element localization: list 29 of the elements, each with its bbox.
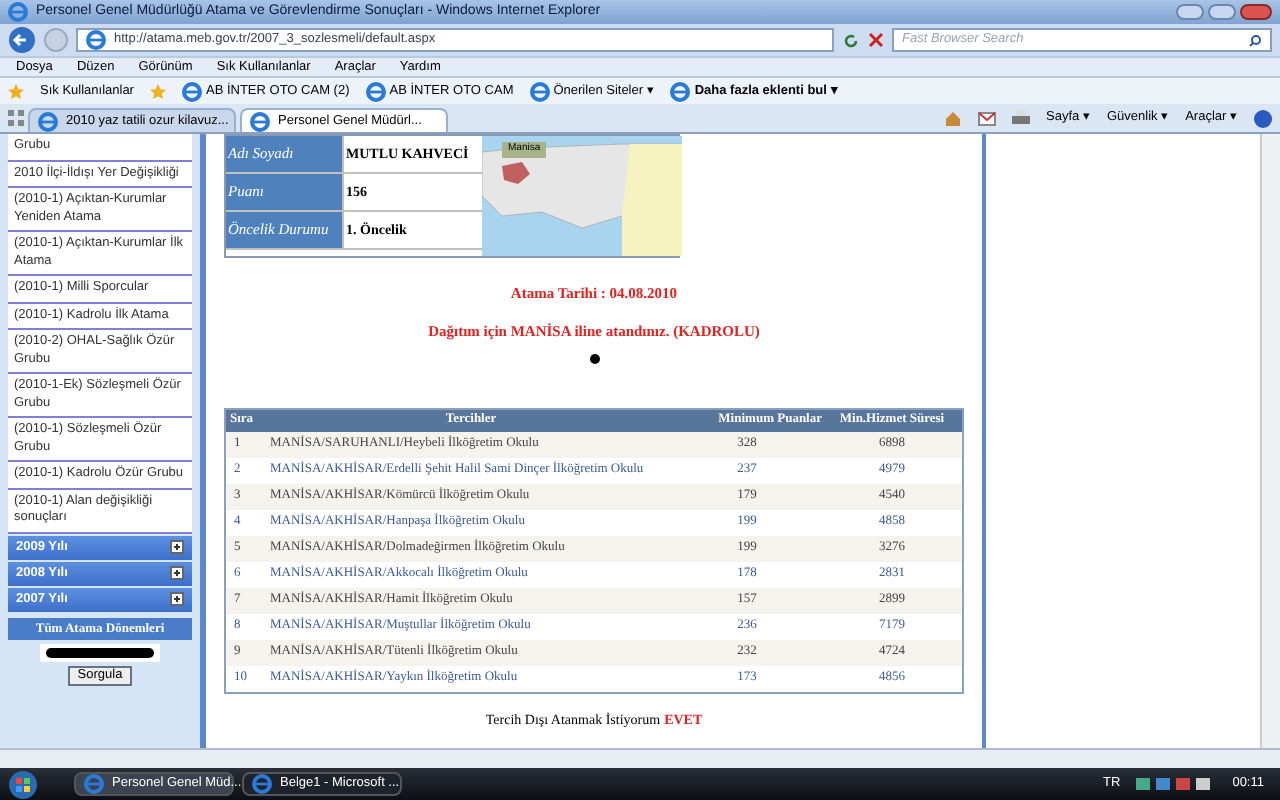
close-button[interactable]	[1240, 4, 1272, 20]
browser-icon	[670, 81, 691, 101]
back-button[interactable]	[8, 26, 36, 54]
browser-icon	[38, 111, 58, 131]
refresh-icon[interactable]	[842, 31, 860, 49]
minimize-button[interactable]	[1176, 4, 1204, 20]
period-input-field[interactable]	[40, 644, 160, 663]
home-icon[interactable]	[944, 109, 963, 128]
browser-icon	[529, 81, 550, 101]
browser-icon	[252, 774, 272, 794]
browser-icon	[181, 81, 202, 101]
print-icon[interactable]	[1012, 110, 1031, 127]
star-icon	[8, 83, 24, 99]
browser-icon	[84, 774, 104, 794]
expand-icon[interactable]	[170, 566, 184, 580]
browser-icon	[250, 111, 270, 131]
search-icon[interactable]	[1248, 33, 1262, 47]
expand-icon[interactable]	[170, 540, 184, 554]
scrollbar[interactable]	[1260, 134, 1280, 748]
redaction-mark	[46, 648, 154, 659]
start-button[interactable]	[8, 769, 38, 799]
browser-icon	[8, 2, 28, 22]
maximize-button[interactable]	[1208, 4, 1236, 20]
browser-icon	[365, 81, 386, 101]
stop-icon[interactable]	[868, 32, 884, 48]
expand-icon[interactable]	[170, 592, 184, 606]
mail-icon[interactable]	[978, 111, 997, 126]
browser-icon	[86, 30, 106, 50]
quick-tabs-icon[interactable]	[8, 110, 24, 126]
